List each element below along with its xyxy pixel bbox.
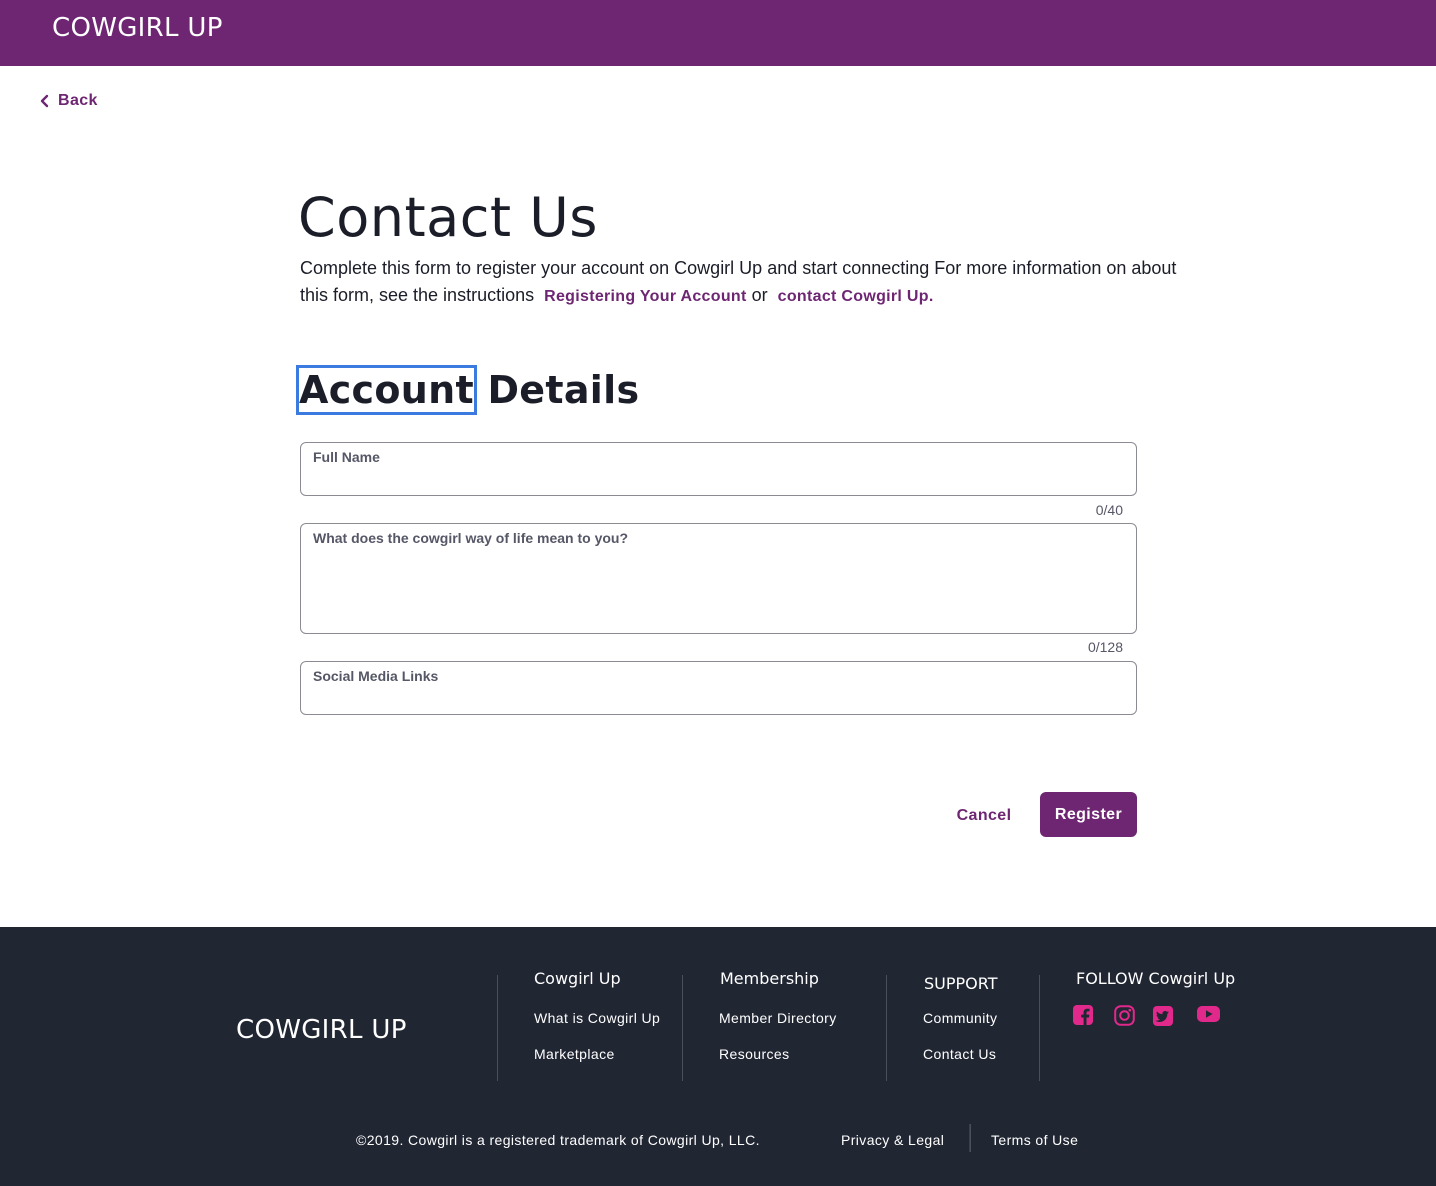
or-text: or xyxy=(751,285,768,305)
social-links-input[interactable] xyxy=(313,688,1124,710)
footer-divider xyxy=(886,975,887,1081)
section-title-rest: Details xyxy=(473,368,640,412)
back-link[interactable]: Back xyxy=(40,92,98,110)
intro-paragraph: Complete this form to register your acco… xyxy=(300,255,1180,310)
full-name-label: Full Name xyxy=(313,449,380,465)
section-title-highlight: Account xyxy=(296,365,477,415)
section-title: Account Details xyxy=(296,365,640,415)
footer-link-community[interactable]: Community xyxy=(923,1010,997,1026)
facebook-icon[interactable] xyxy=(1073,1005,1093,1025)
page-title: Contact Us xyxy=(298,186,598,249)
footer-link-what-is[interactable]: What is Cowgirl Up xyxy=(534,1010,660,1026)
brand-logo[interactable]: COWGIRL UP xyxy=(52,13,223,43)
footer-divider xyxy=(682,975,683,1081)
footer-col-title-membership: Membership xyxy=(720,969,819,988)
footer-col-title-cowgirl-up: Cowgirl Up xyxy=(534,969,621,988)
footer-link-member-directory[interactable]: Member Directory xyxy=(719,1010,837,1026)
full-name-input[interactable] xyxy=(313,469,1124,491)
footer-divider xyxy=(497,975,498,1081)
cancel-button[interactable]: Cancel xyxy=(946,802,1022,830)
footer-legal-divider xyxy=(969,1124,971,1152)
twitter-icon[interactable] xyxy=(1153,1006,1173,1026)
footer-divider xyxy=(1039,975,1040,1081)
social-links-label: Social Media Links xyxy=(313,668,439,684)
footer-link-resources[interactable]: Resources xyxy=(719,1046,790,1062)
chevron-left-icon xyxy=(40,94,49,108)
full-name-field[interactable]: Full Name xyxy=(300,442,1137,496)
privacy-legal-link[interactable]: Privacy & Legal xyxy=(841,1132,944,1148)
cowgirl-way-field[interactable]: What does the cowgirl way of life mean t… xyxy=(300,523,1137,634)
footer: COWGIRL UP Cowgirl Up What is Cowgirl Up… xyxy=(0,927,1436,1186)
footer-link-marketplace[interactable]: Marketplace xyxy=(534,1046,615,1062)
footer-link-contact-us[interactable]: Contact Us xyxy=(923,1046,996,1062)
registering-account-link[interactable]: Registering Your Account xyxy=(544,288,746,305)
social-links-field[interactable]: Social Media Links xyxy=(300,661,1137,715)
footer-follow-title: FOLLOW Cowgirl Up xyxy=(1076,969,1236,988)
footer-col-title-support: SUPPORT xyxy=(924,974,998,993)
intro-period: . xyxy=(928,288,934,305)
register-button[interactable]: Register xyxy=(1040,792,1137,837)
full-name-counter: 0/40 xyxy=(1095,502,1123,518)
youtube-icon[interactable] xyxy=(1197,1006,1220,1022)
back-label: Back xyxy=(58,92,98,109)
contact-cowgirl-up-link[interactable]: contact Cowgirl Up xyxy=(778,288,929,305)
cowgirl-way-label: What does the cowgirl way of life mean t… xyxy=(313,530,629,546)
instagram-icon[interactable] xyxy=(1114,1005,1135,1026)
copyright-text: ©2019. Cowgirl is a registered trademark… xyxy=(356,1132,760,1148)
cowgirl-way-counter: 0/128 xyxy=(1087,639,1123,655)
cowgirl-way-textarea[interactable] xyxy=(313,552,1124,625)
top-bar: COWGIRL UP xyxy=(0,0,1436,66)
terms-of-use-link[interactable]: Terms of Use xyxy=(991,1132,1078,1148)
footer-brand-logo[interactable]: COWGIRL UP xyxy=(236,1015,407,1045)
